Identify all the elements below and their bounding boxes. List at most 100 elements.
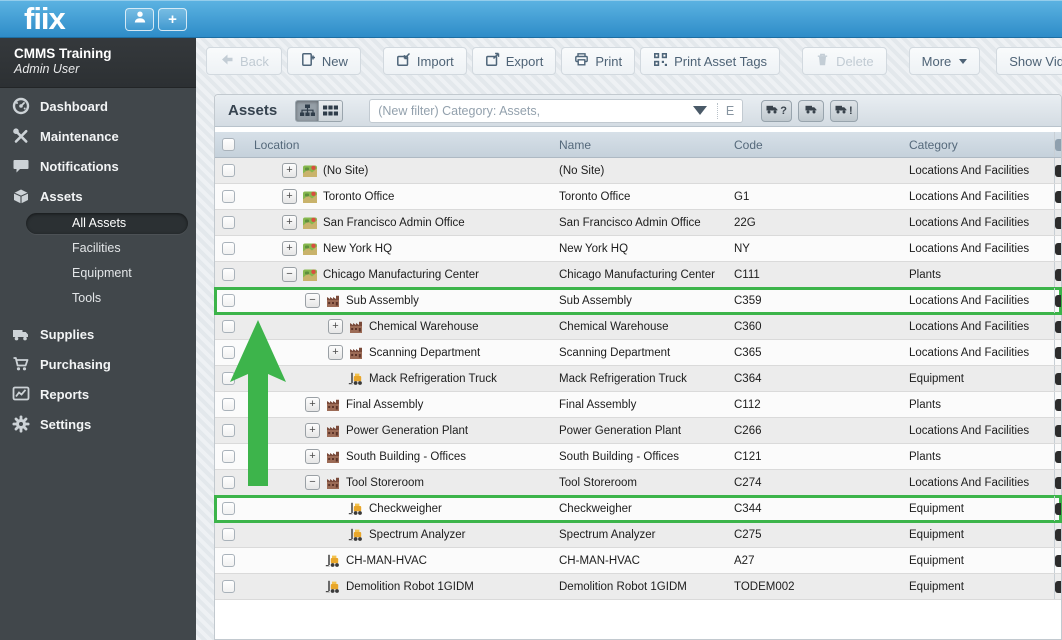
column-header-code[interactable]: Code bbox=[726, 138, 901, 152]
row-checkbox[interactable] bbox=[222, 424, 235, 437]
table-row[interactable]: CH-MAN-HVAC CH-MAN-HVAC A27 Equipment bbox=[215, 548, 1061, 574]
category-cell: Locations And Facilities bbox=[909, 320, 1030, 333]
row-checkbox[interactable] bbox=[222, 190, 235, 203]
collapse-button[interactable]: − bbox=[305, 475, 320, 490]
sidebar-item-tools[interactable]: Tools bbox=[0, 286, 196, 311]
sidebar-item-equipment[interactable]: Equipment bbox=[0, 261, 196, 286]
code-cell: C266 bbox=[734, 424, 762, 437]
tree-view-button[interactable] bbox=[295, 99, 320, 122]
location-cell: + Chemical Warehouse bbox=[246, 314, 551, 339]
print-asset-tags-button[interactable]: Print Asset Tags bbox=[640, 47, 781, 75]
row-checkbox[interactable] bbox=[222, 320, 235, 333]
table-row[interactable]: + South Building - Offices South Building … bbox=[215, 444, 1061, 470]
row-checkbox[interactable] bbox=[222, 216, 235, 229]
table-row[interactable]: Spectrum Analyzer Spectrum Analyzer C275 Eq… bbox=[215, 522, 1061, 548]
user-button[interactable] bbox=[125, 8, 154, 31]
toolbar: Back New Import Export Print Print Asset Tags… bbox=[206, 47, 1062, 75]
sidebar-item-notifications[interactable]: Notifications bbox=[0, 151, 196, 181]
new-button[interactable]: New bbox=[286, 47, 361, 75]
table-row[interactable]: Mack Refrigeration Truck Mack Refrigerati… bbox=[215, 366, 1061, 392]
row-checkbox[interactable] bbox=[222, 372, 235, 385]
sidebar-item-supplies[interactable]: Supplies bbox=[0, 319, 196, 349]
import-button[interactable]: Import bbox=[382, 47, 467, 75]
more-button[interactable]: More bbox=[908, 47, 981, 75]
filter-dropdown[interactable]: (New filter) Category: Assets, E bbox=[369, 98, 744, 123]
plant-icon bbox=[325, 293, 341, 309]
add-button[interactable]: + bbox=[158, 8, 187, 31]
column-header-category[interactable]: Category bbox=[901, 138, 1054, 152]
table-row[interactable]: + San Francisco Admin Office San Francisco… bbox=[215, 210, 1061, 236]
sidebar-item-settings[interactable]: Settings bbox=[0, 409, 196, 439]
table-row[interactable]: Demolition Robot 1GIDM Demolition Robot 1… bbox=[215, 574, 1061, 600]
row-checkbox[interactable] bbox=[222, 554, 235, 567]
table-row[interactable]: + Chemical Warehouse Chemical Warehouse C36… bbox=[215, 314, 1061, 340]
location-cell: + South Building - Offices bbox=[246, 444, 551, 469]
code-cell: C275 bbox=[734, 528, 762, 541]
column-header-location[interactable]: Location bbox=[246, 138, 551, 152]
print-button[interactable]: Print bbox=[561, 47, 636, 75]
sidebar-item-all-assets[interactable]: All Assets bbox=[26, 213, 188, 234]
checkbox-cell bbox=[215, 424, 246, 437]
select-all-checkbox[interactable] bbox=[222, 138, 235, 151]
row-checkbox[interactable] bbox=[222, 164, 235, 177]
collapse-button[interactable]: − bbox=[305, 293, 320, 308]
asset-quick-button-2[interactable]: ! bbox=[829, 99, 858, 122]
sidebar-submenu: All Assets Facilities Equipment Tools bbox=[0, 213, 196, 311]
sidebar-item-reports[interactable]: Reports bbox=[0, 379, 196, 409]
export-button[interactable]: Export bbox=[471, 47, 557, 75]
table-row[interactable]: + Final Assembly Final Assembly C112 Plants bbox=[215, 392, 1061, 418]
row-checkbox[interactable] bbox=[222, 502, 235, 515]
expand-button[interactable]: + bbox=[282, 215, 297, 230]
chevron-down-icon[interactable] bbox=[692, 106, 707, 115]
sidebar-item-dashboard[interactable]: Dashboard bbox=[0, 91, 196, 121]
expand-button[interactable]: + bbox=[282, 241, 297, 256]
expand-button[interactable]: + bbox=[305, 449, 320, 464]
table-row[interactable]: − Chicago Manufacturing Center Chicago Man… bbox=[215, 262, 1061, 288]
row-checkbox[interactable] bbox=[222, 268, 235, 281]
asset-quick-button-0[interactable]: ? bbox=[761, 99, 792, 122]
code-cell: 22G bbox=[734, 216, 756, 229]
asset-quick-button-1[interactable] bbox=[797, 99, 824, 122]
category-cell: Equipment bbox=[909, 528, 964, 541]
list-view-button[interactable] bbox=[319, 99, 344, 122]
table-row[interactable]: + New York HQ New York HQ NY Locations And F… bbox=[215, 236, 1061, 262]
row-checkbox[interactable] bbox=[222, 580, 235, 593]
sidebar-item-assets[interactable]: Assets bbox=[0, 181, 196, 211]
assets-panel: Assets (New filter) Category: Assets, E … bbox=[214, 94, 1062, 640]
sidebar-item-purchasing[interactable]: Purchasing bbox=[0, 349, 196, 379]
location-label: San Francisco Admin Office bbox=[323, 216, 465, 229]
expand-button[interactable]: + bbox=[305, 423, 320, 438]
table-row[interactable]: − Sub Assembly Sub Assembly C359 Locations A… bbox=[214, 287, 1062, 315]
collapse-button[interactable]: − bbox=[282, 267, 297, 282]
row-checkbox[interactable] bbox=[222, 294, 235, 307]
page-title: Assets bbox=[228, 102, 278, 119]
sidebar-item-label: Maintenance bbox=[40, 128, 119, 144]
expand-button[interactable]: + bbox=[328, 319, 343, 334]
table-row[interactable]: + Toronto Office Toronto Office G1 Locations… bbox=[215, 184, 1061, 210]
expand-button[interactable]: + bbox=[305, 397, 320, 412]
row-checkbox[interactable] bbox=[222, 528, 235, 541]
row-checkbox[interactable] bbox=[222, 450, 235, 463]
location-label: Chemical Warehouse bbox=[369, 320, 479, 333]
row-checkbox[interactable] bbox=[222, 346, 235, 359]
sidebar-item-label: Supplies bbox=[40, 326, 95, 342]
clipped-column bbox=[1054, 444, 1061, 469]
expand-button[interactable]: + bbox=[282, 189, 297, 204]
show-video-help-button[interactable]: Show Video Help bbox=[996, 47, 1062, 75]
table-row[interactable]: + (No Site) (No Site) Locations And Facilit… bbox=[215, 158, 1061, 184]
row-checkbox[interactable] bbox=[222, 476, 235, 489]
table-row[interactable]: − Tool Storeroom Tool Storeroom C274 Locatio… bbox=[215, 470, 1061, 496]
sidebar-item-facilities[interactable]: Facilities bbox=[0, 236, 196, 261]
row-checkbox[interactable] bbox=[222, 398, 235, 411]
location-cell: + New York HQ bbox=[246, 236, 551, 261]
column-header-name[interactable]: Name bbox=[551, 138, 726, 152]
table-row[interactable]: + Power Generation Plant Power Generation … bbox=[215, 418, 1061, 444]
expand-button[interactable]: + bbox=[328, 345, 343, 360]
table-row[interactable]: Checkweigher Checkweigher C344 Equipment bbox=[214, 495, 1062, 523]
row-checkbox[interactable] bbox=[222, 242, 235, 255]
dashboard-icon bbox=[11, 97, 31, 115]
sidebar-item-maintenance[interactable]: Maintenance bbox=[0, 121, 196, 151]
clipped-column bbox=[1054, 314, 1061, 339]
expand-button[interactable]: + bbox=[282, 163, 297, 178]
table-row[interactable]: + Scanning Department Scanning Department C… bbox=[215, 340, 1061, 366]
